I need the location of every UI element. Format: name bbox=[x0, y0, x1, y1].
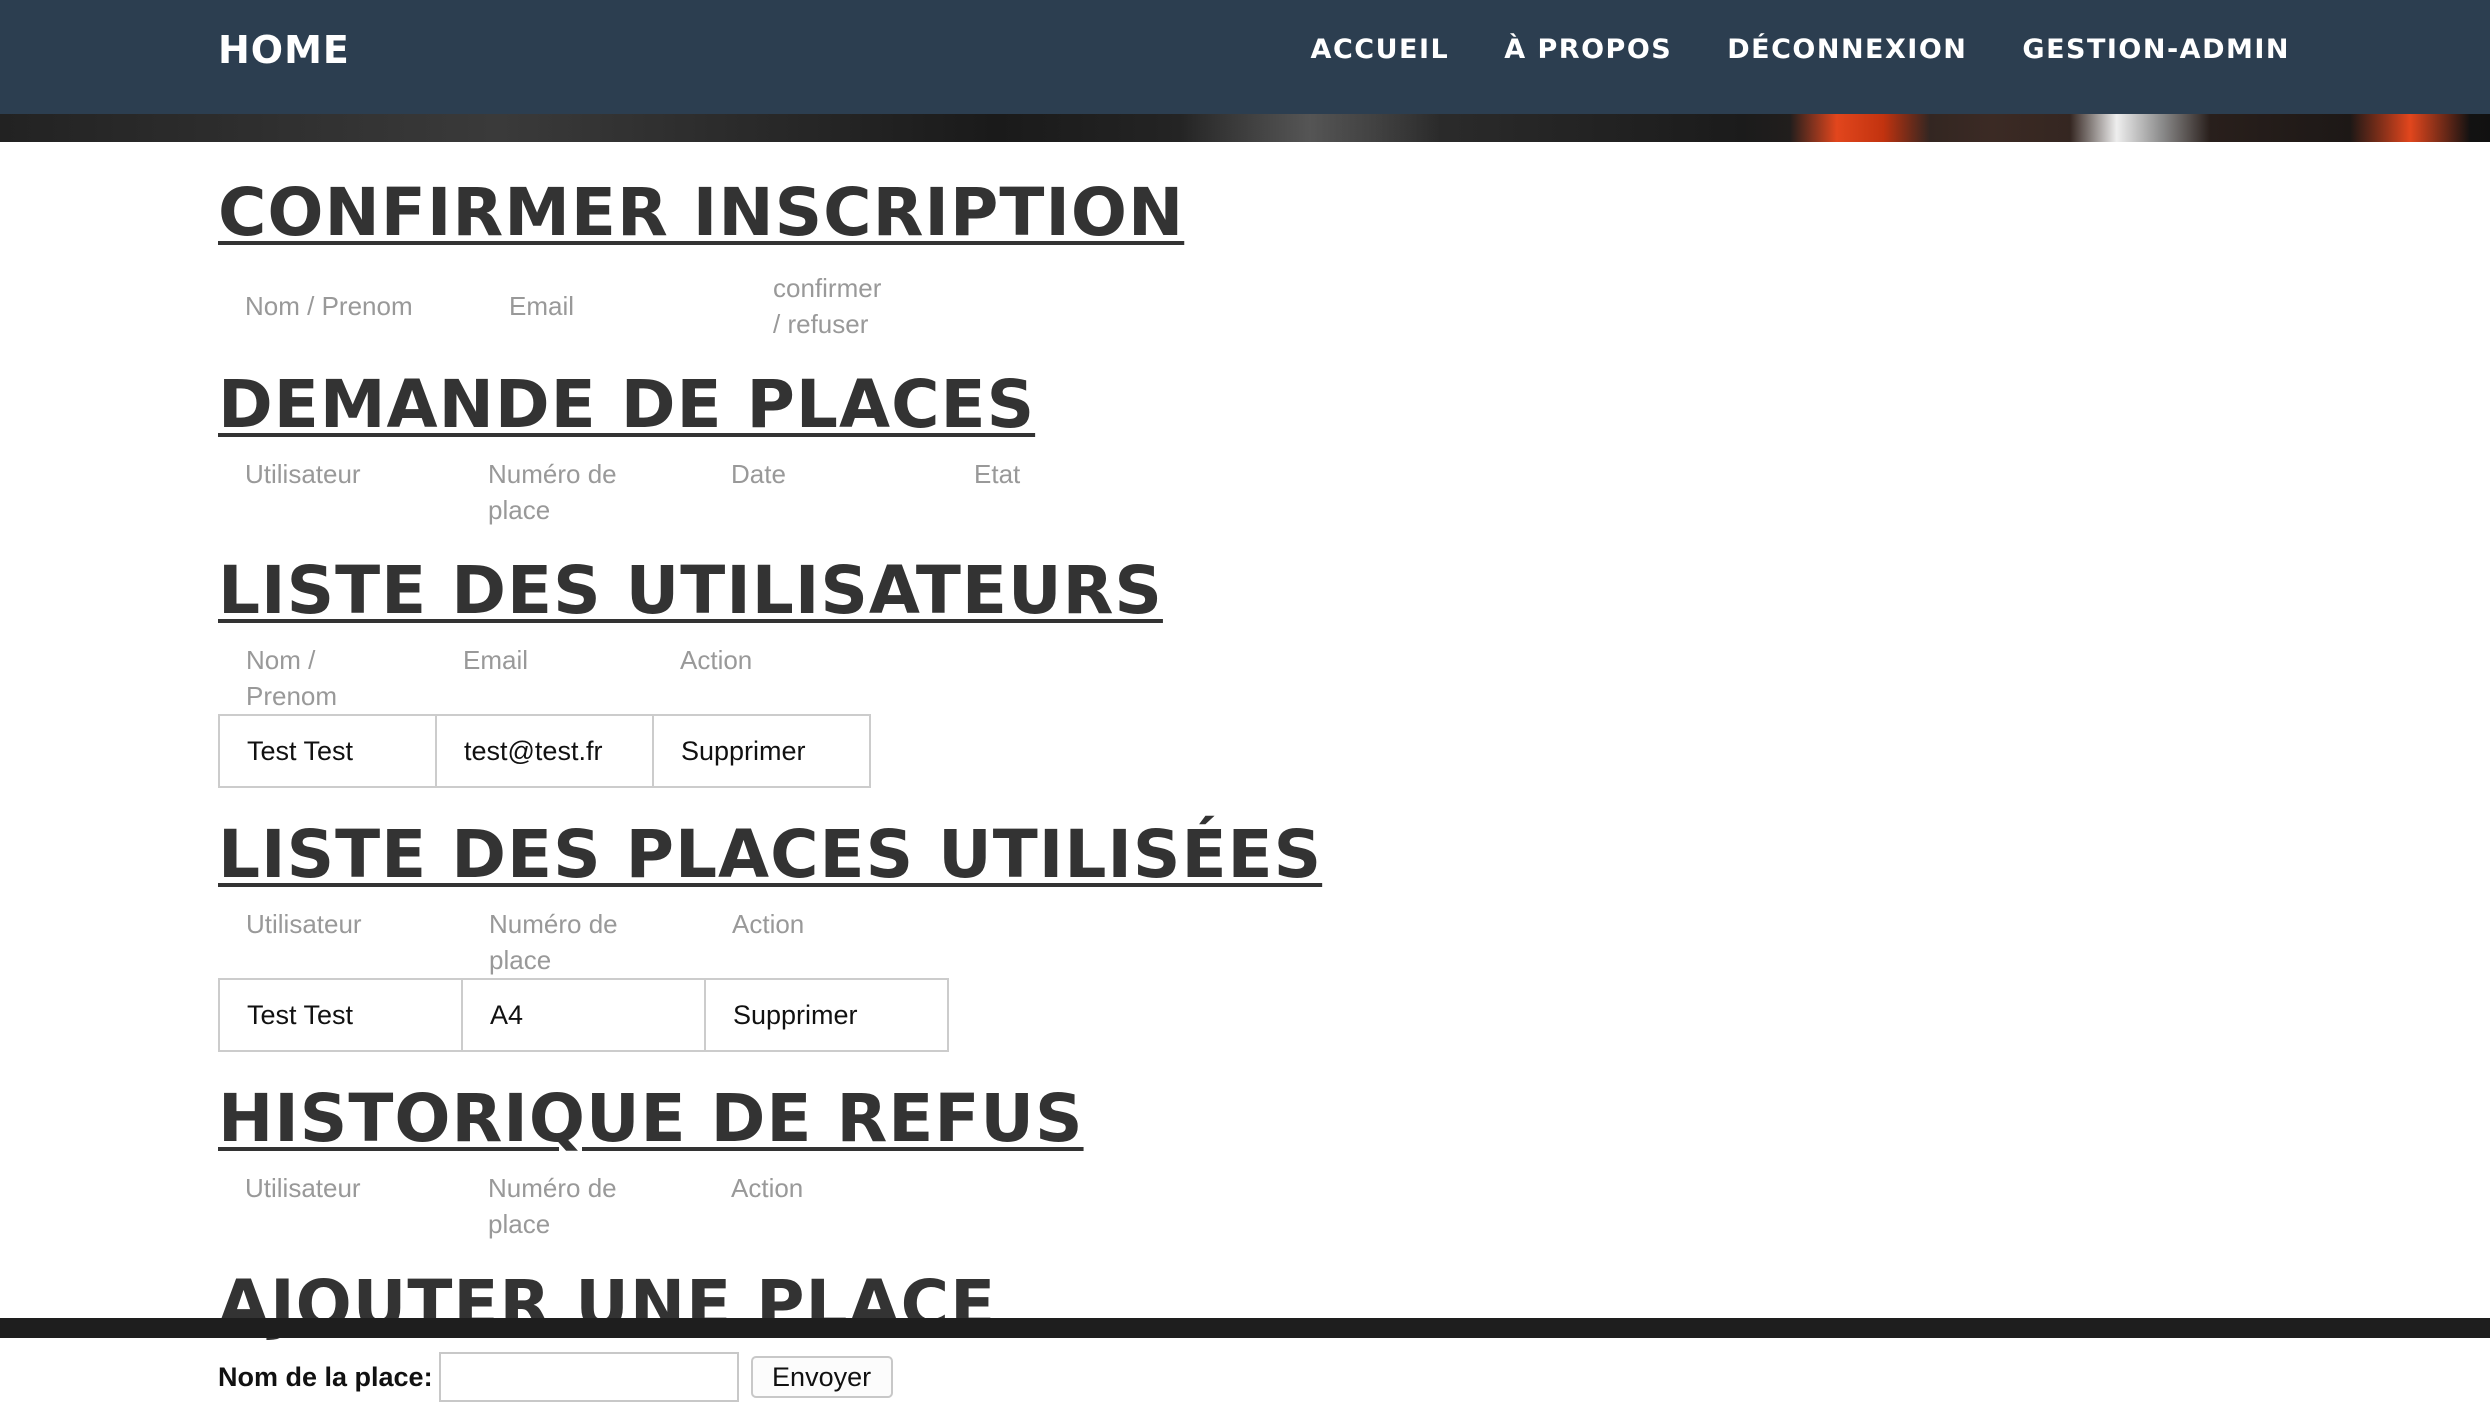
nav-links: ACCUEIL À PROPOS DÉCONNEXION GESTION-ADM… bbox=[1311, 34, 2290, 65]
refusal-history-table: Utilisateur Numéro de place Action bbox=[218, 1170, 864, 1242]
table-header-row: Utilisateur Numéro de place Date Etat bbox=[218, 456, 1067, 528]
table-header-row: Nom / Prenom Email confirmer / refuser bbox=[218, 270, 908, 342]
used-places-title: LISTE DES PLACES UTILISÉES bbox=[218, 816, 1323, 893]
place-name-input[interactable] bbox=[438, 1352, 739, 1402]
column-header: Date bbox=[731, 459, 786, 489]
place-requests-title: DEMANDE DE PLACES bbox=[218, 366, 1036, 443]
column-header: Action bbox=[731, 1173, 804, 1203]
nav-link-deconnexion[interactable]: DÉCONNEXION bbox=[1727, 34, 1967, 65]
place-number-cell: A4 bbox=[461, 978, 706, 1052]
user-name-cell: Test Test bbox=[218, 714, 437, 788]
nav-link-gestion-admin[interactable]: GESTION-ADMIN bbox=[2022, 34, 2290, 65]
column-header: Email bbox=[463, 645, 529, 675]
column-header: Action bbox=[680, 645, 753, 675]
column-header: Etat bbox=[974, 459, 1021, 489]
column-header: Utilisateur bbox=[245, 459, 361, 489]
delete-user-action[interactable]: Supprimer bbox=[652, 714, 871, 788]
column-header: Nom / Prenom bbox=[245, 291, 413, 321]
table-row: Test Test A4 Supprimer bbox=[218, 978, 949, 1052]
submit-button[interactable]: Envoyer bbox=[750, 1356, 893, 1398]
user-email-cell: test@test.fr bbox=[435, 714, 654, 788]
users-list-table: Nom / Prenom Email Action Test Test test… bbox=[218, 642, 871, 788]
nav-link-a-propos[interactable]: À PROPOS bbox=[1504, 34, 1672, 65]
column-header: confirmer / refuser bbox=[773, 273, 882, 339]
table-header-row: Nom / Prenom Email Action bbox=[219, 642, 870, 715]
confirm-registration-table: Nom / Prenom Email confirmer / refuser bbox=[218, 270, 908, 342]
refusal-history-title: HISTORIQUE DE REFUS bbox=[218, 1080, 1084, 1157]
column-header: Utilisateur bbox=[245, 1173, 361, 1203]
place-name-label: Nom de la place: bbox=[218, 1361, 433, 1392]
table-row: Test Test test@test.fr Supprimer bbox=[218, 714, 871, 788]
add-place-form: Nom de la place: Envoyer bbox=[218, 1352, 2318, 1402]
nav-link-accueil[interactable]: ACCUEIL bbox=[1311, 34, 1450, 65]
confirm-registration-title: CONFIRMER INSCRIPTION bbox=[218, 174, 1185, 251]
table-header-row: Utilisateur Numéro de place Action bbox=[219, 906, 948, 979]
place-requests-table: Utilisateur Numéro de place Date Etat bbox=[218, 456, 1067, 528]
top-navbar: HOME ACCUEIL À PROPOS DÉCONNEXION GESTIO… bbox=[0, 0, 2490, 114]
brand-home-link[interactable]: HOME bbox=[218, 28, 350, 72]
column-header: Numéro de place bbox=[488, 1173, 617, 1239]
delete-place-action[interactable]: Supprimer bbox=[704, 978, 949, 1052]
column-header: Numéro de place bbox=[488, 459, 617, 525]
place-user-cell: Test Test bbox=[218, 978, 463, 1052]
used-places-table: Utilisateur Numéro de place Action Test … bbox=[218, 906, 949, 1052]
users-list-title: LISTE DES UTILISATEURS bbox=[218, 552, 1163, 629]
table-header-row: Utilisateur Numéro de place Action bbox=[218, 1170, 864, 1242]
hero-banner-strip bbox=[0, 114, 2490, 142]
column-header: Email bbox=[509, 291, 575, 321]
column-header: Nom / Prenom bbox=[246, 645, 338, 711]
column-header: Utilisateur bbox=[246, 909, 362, 939]
column-header: Action bbox=[732, 909, 805, 939]
footer-bar bbox=[0, 1318, 2490, 1338]
column-header: Numéro de place bbox=[489, 909, 618, 975]
main-content: CONFIRMER INSCRIPTION Nom / Prenom Email… bbox=[218, 142, 2318, 1402]
